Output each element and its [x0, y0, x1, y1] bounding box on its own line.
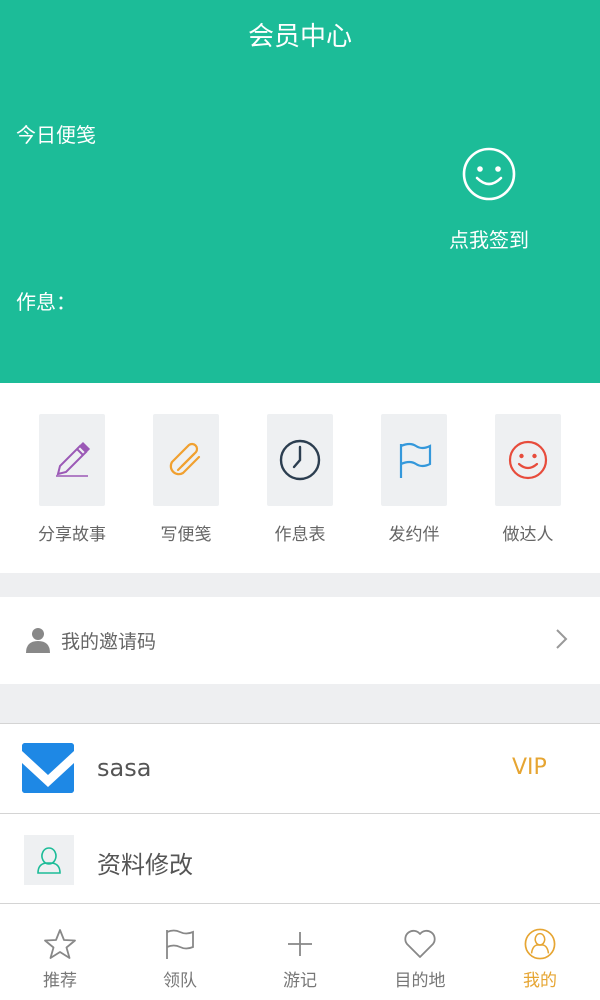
user-row[interactable]: sasa VIP: [0, 724, 600, 814]
expert-label: 做达人: [502, 525, 554, 545]
heart-icon: [404, 929, 436, 958]
tab-travelogue-label: 游记: [283, 971, 317, 991]
tab-leader[interactable]: 领队: [120, 928, 240, 991]
tab-mine-label: 我的: [523, 971, 557, 991]
companion-label: 发约伴: [388, 525, 440, 545]
flag-icon: [166, 929, 194, 959]
vip-badge: VIP: [512, 755, 547, 780]
write-note-tile: [153, 414, 219, 506]
expert-button[interactable]: 做达人: [473, 414, 583, 545]
quick-actions: 分享故事 写便笺 作息表 发约伴 做达人: [0, 383, 600, 573]
share-story-label: 分享故事: [38, 525, 106, 545]
schedule-table-label: 作息表: [274, 525, 326, 545]
tab-mine[interactable]: 我的: [480, 928, 600, 991]
avatar: [22, 743, 74, 793]
share-story-button[interactable]: 分享故事: [17, 414, 127, 545]
companion-button[interactable]: 发约伴: [359, 414, 469, 545]
paperclip-icon: [169, 442, 201, 476]
member-header: 会员中心 今日便笺 点我签到 作息：: [0, 0, 600, 383]
signin-button[interactable]: 点我签到: [440, 146, 538, 253]
schedule-table-tile: [267, 414, 333, 506]
user-outline-icon: [37, 847, 61, 874]
profile-section: sasa VIP 资料修改: [0, 723, 600, 903]
write-note-button[interactable]: 写便笺: [131, 414, 241, 545]
envelope-logo-icon: [22, 743, 74, 793]
edit-profile-label: 资料修改: [97, 851, 193, 879]
schedule-table-button[interactable]: 作息表: [245, 414, 355, 545]
tab-leader-label: 领队: [163, 971, 197, 991]
companion-tile: [381, 414, 447, 506]
invite-code-label: 我的邀请码: [61, 631, 157, 653]
username: sasa: [97, 754, 152, 782]
user-circle-icon: [524, 928, 556, 960]
invite-code-row[interactable]: 我的邀请码: [0, 597, 600, 684]
smile-icon: [508, 440, 548, 480]
share-story-tile: [39, 414, 105, 506]
schedule-label: 作息：: [16, 290, 76, 314]
smile-icon: [462, 147, 516, 201]
person-icon: [26, 628, 50, 653]
clock-icon: [279, 439, 321, 481]
pencil-icon: [56, 441, 91, 477]
star-icon: [44, 929, 76, 959]
today-note-label[interactable]: 今日便笺: [16, 119, 96, 148]
tab-destination[interactable]: 目的地: [360, 928, 480, 991]
tab-destination-label: 目的地: [394, 971, 446, 991]
signin-label: 点我签到: [449, 228, 529, 252]
edit-profile-tile: [24, 835, 74, 885]
tab-travelogue[interactable]: 游记: [240, 928, 360, 991]
chevron-right-icon: [556, 629, 568, 649]
tab-recommend[interactable]: 推荐: [0, 928, 120, 991]
bottom-tab-bar: 推荐 领队 游记 目的地 我的: [0, 903, 600, 1000]
expert-tile: [495, 414, 561, 506]
tab-recommend-label: 推荐: [43, 971, 77, 991]
plus-icon: [288, 932, 312, 956]
edit-profile-row[interactable]: 资料修改: [0, 815, 600, 905]
flag-icon: [399, 442, 432, 478]
page-title: 会员中心: [247, 22, 352, 52]
write-note-label: 写便笺: [160, 525, 212, 545]
